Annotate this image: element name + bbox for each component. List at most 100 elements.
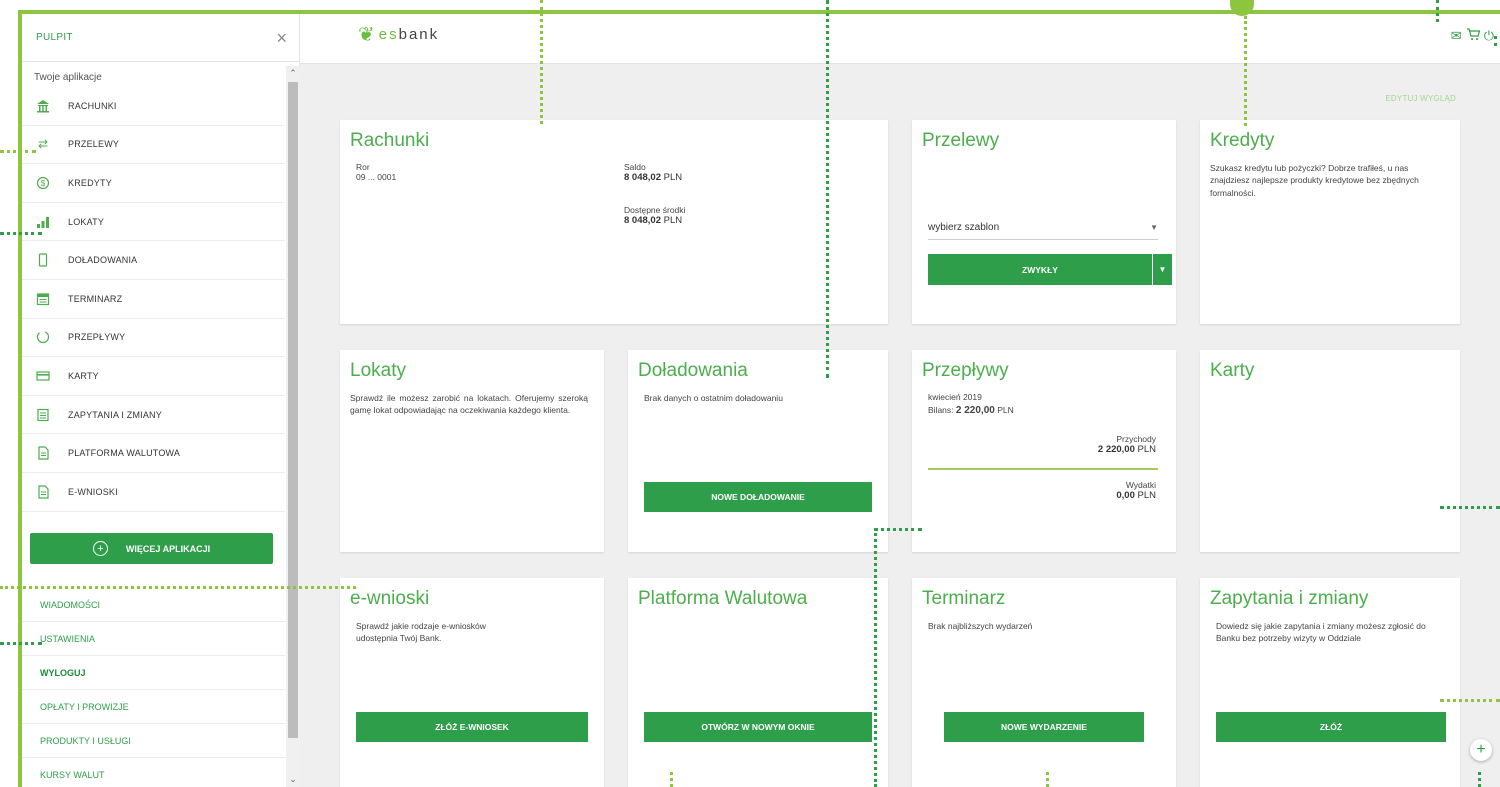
income-block: Przychody 2 220,00 PLN [1098, 434, 1156, 455]
tile-karty[interactable]: Karty [1200, 350, 1460, 552]
income-value: 2 220,00 PLN [1097, 444, 1156, 455]
balance-label: Saldo [624, 162, 646, 172]
phone-icon [34, 251, 52, 269]
close-icon[interactable]: × [276, 29, 287, 47]
more-apps-label: WIĘCEJ APLIKACJI [125, 543, 211, 554]
sidebar-item-label: RACHUNKI [68, 100, 117, 111]
sidebar-item-terminarz[interactable]: TERMINARZ [22, 280, 285, 319]
tile-rachunki[interactable]: Rachunki Ror 09 ... 0001 Saldo 8 048,02 … [340, 120, 888, 324]
expense-label: Wydatki [1125, 480, 1156, 490]
tile-text: Sprawdź jakie rodzaje e-wniosków udostęp… [356, 621, 486, 644]
bank-logo[interactable]: ❦ esbank [358, 22, 439, 47]
sidebar-scrollbar[interactable]: ⌃ ⌄ [286, 66, 300, 787]
sidebar-item-zapytania[interactable]: ZAPYTANIA I ZMIANY [22, 396, 285, 435]
submit-request-button[interactable]: ZŁÓŻ [1216, 712, 1446, 742]
sidebar: PULPIT × Twoje aplikacje RACHUNKI ⇄ PRZE… [22, 14, 300, 787]
tile-terminarz: Terminarz Brak najbliższych wydarzeń NOW… [912, 578, 1176, 787]
tile-text: Szukasz kredytu lub pożyczki? Dobrze tra… [1210, 163, 1419, 198]
tile-zapytania-i-zmiany: Zapytania i zmiany Dowiedz się jakie zap… [1200, 578, 1460, 787]
open-new-window-button[interactable]: OTWÓRZ W NOWYM OKNIE [644, 712, 872, 742]
tile-title: Lokaty [350, 360, 406, 381]
chart-bars-icon [34, 213, 52, 231]
callout-line [1478, 772, 1481, 787]
sidebar-item-przelewy[interactable]: ⇄ PRZELEWY [22, 126, 285, 165]
template-select[interactable]: wybierz szablon ▼ [928, 216, 1158, 240]
sidebar-links: WIADOMOŚCI USTAWIENIA WYLOGUJ OPŁATY I P… [22, 588, 286, 787]
app-list: RACHUNKI ⇄ PRZELEWY $ KREDYTY LOKATY DOŁ… [22, 87, 299, 512]
sidebar-item-label: TERMINARZ [68, 293, 123, 304]
link-produkty-i-uslugi[interactable]: PRODUKTY I USŁUGI [22, 724, 286, 758]
mail-icon[interactable]: ✉ [1451, 28, 1462, 44]
callout-line [540, 0, 543, 124]
flow-period: kwiecień 2019 [928, 392, 982, 402]
income-bar [928, 468, 1158, 470]
sidebar-item-przeplywy[interactable]: PRZEPŁYWY [22, 319, 285, 358]
callout-line [874, 528, 877, 787]
power-icon[interactable]: ⏻ [1484, 28, 1494, 44]
caret-down-icon[interactable]: ▼ [1152, 254, 1172, 285]
callout-line [0, 642, 42, 645]
callout-line [1436, 0, 1439, 22]
callout-line [1046, 772, 1049, 787]
credit-icon: $ [34, 174, 52, 192]
sidebar-item-e-wnioski[interactable]: E-WNIOSKI [22, 473, 285, 512]
cart-icon[interactable] [1466, 28, 1481, 44]
link-wyloguj[interactable]: WYLOGUJ [22, 656, 286, 690]
standard-transfer-button[interactable]: ZWYKŁY [928, 254, 1152, 285]
callout-line [1440, 506, 1500, 509]
income-label: Przychody [1116, 434, 1156, 444]
tile-przeplywy[interactable]: Przepływy kwiecień 2019 Bilans: 2 220,00… [912, 350, 1176, 552]
tile-text: Sprawdź ile możesz zarobić na lokatach. … [350, 393, 588, 416]
tile-title: Platforma Walutowa [638, 588, 808, 609]
submit-application-button[interactable]: ZŁÓŻ E-WNIOSEK [356, 712, 588, 742]
transfer-icon: ⇄ [37, 137, 49, 152]
link-wiadomosci[interactable]: WIADOMOŚCI [22, 588, 286, 622]
link-oplaty-i-prowizje[interactable]: OPŁATY I PROWIZJE [22, 690, 286, 724]
tile-title: Terminarz [922, 588, 1006, 609]
tile-lokaty[interactable]: Lokaty Sprawdź ile możesz zarobić na lok… [340, 350, 604, 552]
scrollbar-thumb[interactable] [288, 82, 298, 738]
new-topup-button[interactable]: NOWE DOŁADOWANIE [644, 482, 872, 512]
more-apps-button[interactable]: + WIĘCEJ APLIKACJI [30, 533, 273, 564]
sidebar-item-lokaty[interactable]: LOKATY [22, 203, 285, 242]
logo-text: esbank [378, 26, 440, 43]
scroll-up-icon[interactable]: ⌃ [286, 68, 300, 79]
sidebar-item-label: LOKATY [68, 216, 105, 227]
link-kursy-walut[interactable]: KURSY WALUT [22, 758, 286, 787]
tile-text: Brak danych o ostatnim doładowaniu [644, 393, 783, 403]
tile-e-wnioski: e-wnioski Sprawdź jakie rodzaje e-wniosk… [340, 578, 604, 787]
sidebar-item-doladowania[interactable]: DOŁADOWANIA [22, 241, 285, 280]
document-icon [34, 483, 52, 501]
sidebar-item-rachunki[interactable]: RACHUNKI [22, 87, 285, 126]
tile-kredyty[interactable]: Kredyty Szukasz kredytu lub pożyczki? Do… [1200, 120, 1460, 324]
scroll-down-icon[interactable]: ⌄ [286, 774, 300, 785]
balance-value: 8 048,02 PLN [624, 172, 683, 183]
balance-block: Saldo 8 048,02 PLN Dostępne środki 8 048… [624, 162, 685, 226]
tile-title: Kredyty [1210, 130, 1275, 151]
sidebar-item-karty[interactable]: KARTY [22, 357, 285, 396]
calendar-icon [34, 290, 52, 308]
template-select-value: wybierz szablon [928, 222, 1000, 233]
callout-line [826, 0, 829, 378]
add-tile-button[interactable]: + [1470, 739, 1492, 761]
callout-line [670, 772, 673, 787]
form-icon [34, 406, 52, 424]
sidebar-item-kredyty[interactable]: $ KREDYTY [22, 164, 285, 203]
new-event-button[interactable]: NOWE WYDARZENIE [944, 712, 1144, 742]
sidebar-item-label: PRZEPŁYWY [68, 332, 126, 343]
tile-title: Zapytania i zmiany [1210, 588, 1369, 609]
callout-line [874, 528, 922, 531]
account-info: Ror 09 ... 0001 [356, 162, 396, 182]
callout-line [0, 232, 42, 235]
tile-title: Przelewy [922, 130, 1000, 151]
sidebar-item-label: DOŁADOWANIA [68, 255, 138, 266]
dashboard: EDYTUJ WYGLĄD Rachunki Ror 09 ... 0001 S… [300, 64, 1500, 787]
sidebar-item-platforma-walutowa[interactable]: PLATFORMA WALUTOWA [22, 434, 285, 473]
edit-layout-link[interactable]: EDYTUJ WYGLĄD [1385, 94, 1456, 103]
sidebar-item-label: E-WNIOSKI [68, 486, 118, 497]
available-value: 8 048,02 PLN [624, 215, 683, 226]
sidebar-header: PULPIT × [22, 14, 299, 62]
document-icon [34, 444, 52, 462]
link-ustawienia[interactable]: USTAWIENIA [22, 622, 286, 656]
top-icons: ✉ ⏻ [1451, 28, 1494, 44]
